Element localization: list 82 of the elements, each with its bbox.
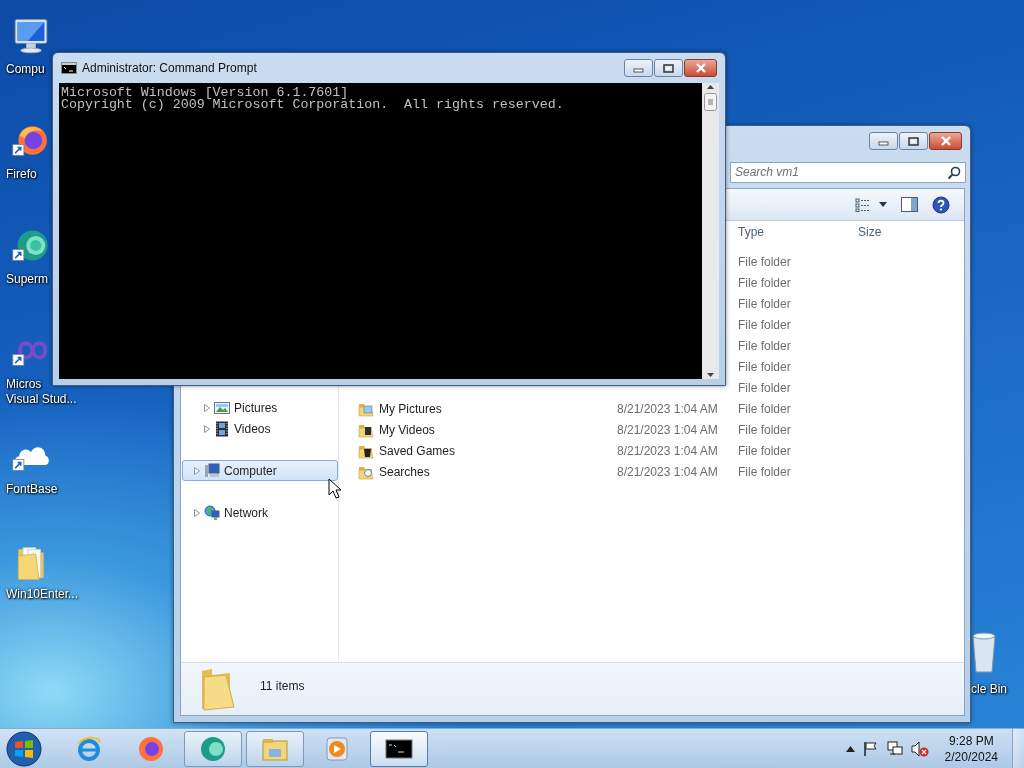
maximize-button[interactable]: [899, 132, 928, 150]
globe-icon: [75, 734, 103, 763]
play-icon: [323, 734, 351, 763]
maximize-icon: [663, 63, 674, 73]
file-type: File folder: [738, 316, 792, 334]
mouse-pointer-icon: [328, 478, 342, 499]
console-text: Copyright (c) 2009 Microsoft Corporation. All rights reserved.: [61, 99, 565, 111]
network-icon: [204, 504, 220, 521]
console-text: Microsoft Windows [Version 6.1.7601]: [61, 87, 349, 99]
date-modified: 8/21/2023 1:04 AM: [617, 400, 719, 418]
file-type: File folder: [738, 463, 792, 481]
file-name[interactable]: Searches: [379, 462, 430, 481]
recycle-bin-icon[interactable]: [971, 630, 997, 674]
preview-pane-icon[interactable]: [901, 197, 918, 212]
file-type: File folder: [738, 253, 792, 271]
start-button-icon[interactable]: [4, 729, 44, 768]
expand-icon[interactable]: [194, 508, 200, 517]
file-type: File folder: [738, 337, 792, 355]
date-modified: 8/21/2023 1:04 AM: [617, 421, 719, 439]
nav-item[interactable]: Videos: [182, 418, 338, 439]
console-icon: [61, 62, 77, 74]
minimize-button[interactable]: [624, 59, 653, 77]
taskbar-button[interactable]: [370, 730, 428, 767]
file-name[interactable]: Saved Games: [379, 441, 456, 460]
icon-label: Compu: [5, 62, 45, 77]
icon-label: Firefo: [5, 167, 37, 182]
file-name[interactable]: My Videos: [379, 420, 435, 439]
folder-icon: [200, 667, 236, 711]
file-type: File folder: [738, 358, 792, 376]
view-icon[interactable]: [855, 197, 871, 212]
icon-label: Win10Enter...: [5, 587, 79, 602]
icon-label: Micros: [5, 377, 42, 392]
monitor-icon[interactable]: [12, 18, 50, 56]
column-header[interactable]: Size: [858, 223, 938, 241]
icon-label: FontBase: [5, 482, 58, 497]
up-arrow-icon[interactable]: [707, 85, 714, 89]
nav-item[interactable]: Network: [182, 502, 338, 523]
expand-icon[interactable]: [204, 403, 210, 412]
close-icon: [939, 136, 952, 146]
file-type: File folder: [738, 400, 792, 418]
window-title: Administrator: Command Prompt: [82, 60, 257, 77]
search-field[interactable]: Search vm1: [730, 161, 966, 183]
file-type: File folder: [738, 274, 792, 292]
file-type: File folder: [738, 295, 792, 313]
item-count: 11 items: [260, 678, 305, 695]
date-modified: 8/21/2023 1:04 AM: [617, 463, 719, 481]
computer-icon: [204, 462, 220, 479]
column-header[interactable]: Type: [738, 223, 858, 241]
search-icon[interactable]: [947, 165, 961, 180]
nav-item[interactable]: Computer: [182, 460, 338, 481]
film-icon: [214, 420, 230, 437]
up-arrow-icon[interactable]: [845, 745, 855, 752]
file-type: File folder: [738, 379, 792, 397]
maximize-button[interactable]: [654, 59, 683, 77]
scroll-thumb-icon[interactable]: [704, 93, 717, 111]
file-type: File folder: [738, 442, 792, 460]
maximize-icon: [908, 136, 919, 146]
icon-label: cle Bin: [971, 682, 1008, 697]
clock-time[interactable]: 9:28 PM: [948, 732, 994, 749]
expand-icon[interactable]: [194, 466, 200, 475]
date-modified: 8/21/2023 1:04 AM: [617, 442, 719, 460]
close-icon: [694, 63, 707, 73]
file-type: File folder: [738, 421, 792, 439]
speaker-muted-icon[interactable]: [910, 740, 929, 757]
down-arrow-icon[interactable]: [707, 373, 714, 377]
pictures-icon: [214, 399, 230, 416]
network-icon[interactable]: [886, 740, 903, 757]
close-button[interactable]: [929, 132, 962, 150]
clock-date[interactable]: 2/20/2024: [944, 748, 998, 765]
file-name[interactable]: My Pictures: [379, 399, 442, 418]
scrollbar[interactable]: [702, 83, 719, 379]
flag-icon[interactable]: [862, 740, 879, 757]
browser-icon: [137, 734, 165, 763]
close-button[interactable]: [684, 59, 717, 77]
caret-icon[interactable]: [879, 202, 887, 207]
browser-icon: [199, 734, 227, 763]
icon-label: Visual Stud...: [5, 392, 77, 407]
nav-item[interactable]: Pictures: [182, 397, 338, 418]
expand-icon[interactable]: [204, 424, 210, 433]
icon-label: Superm: [5, 272, 49, 287]
help-icon[interactable]: [932, 195, 950, 214]
minimize-button[interactable]: [869, 132, 898, 150]
